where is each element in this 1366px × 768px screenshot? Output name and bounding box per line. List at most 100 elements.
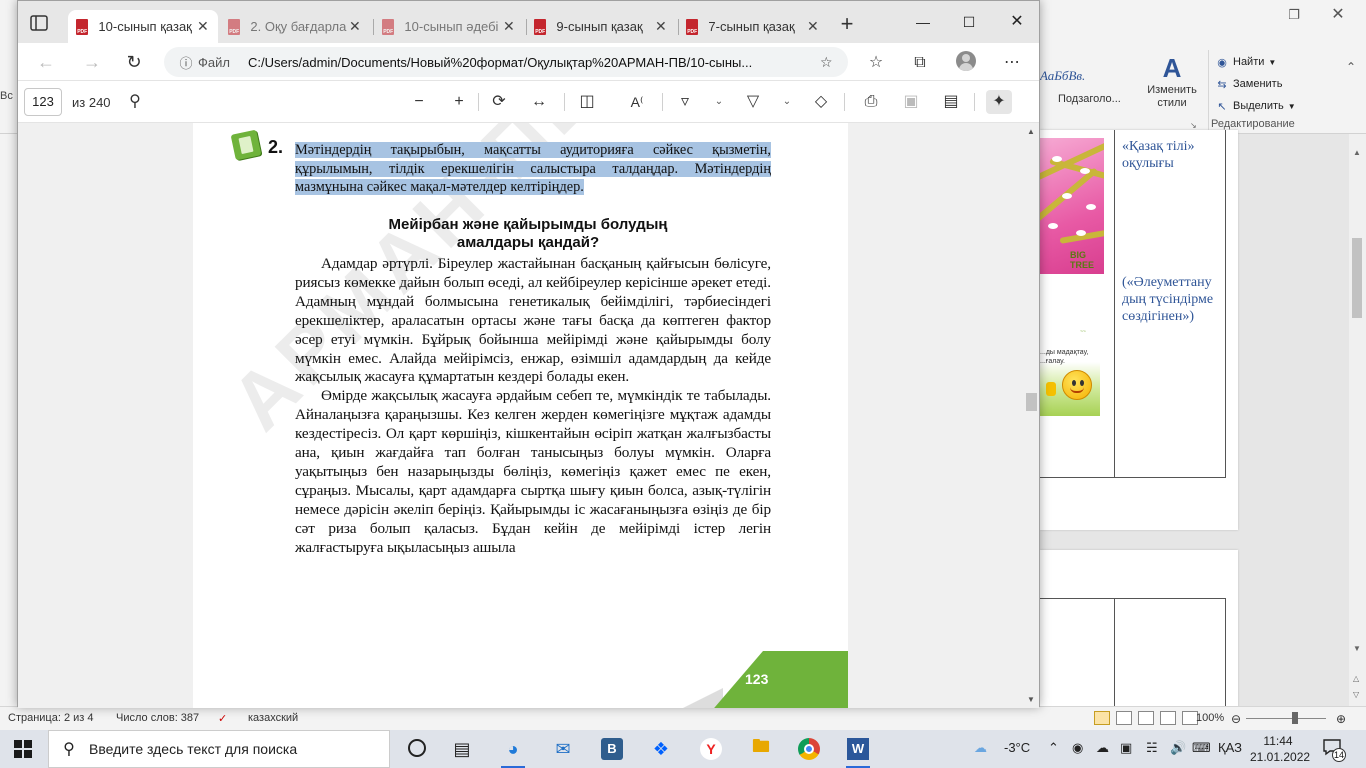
zoom-in-icon[interactable]: ⊕: [1336, 712, 1346, 726]
zoom-in-icon[interactable]: +: [446, 90, 472, 114]
maximize-button[interactable]: ☐: [946, 11, 992, 33]
word-taskbar-icon[interactable]: W: [842, 734, 874, 768]
zoom-slider[interactable]: [1246, 718, 1326, 719]
tab-10-literature[interactable]: PDF 10-сынып әдебі ✕: [374, 10, 524, 43]
find-button[interactable]: ◉ Найти ▼: [1215, 52, 1276, 72]
temperature[interactable]: -3°C: [1004, 740, 1030, 755]
pdf-page[interactable]: АРМАН-ПВ 2. Мәтіндердің тақырыбын, мақса…: [193, 123, 848, 708]
close-tab-icon[interactable]: ✕: [806, 18, 820, 35]
fit-page-icon[interactable]: ↔: [526, 90, 552, 114]
outline-view-button[interactable]: [1160, 711, 1176, 725]
task-text-highlighted[interactable]: Мәтіндердің тақырыбын, мақсатты аудитори…: [295, 142, 771, 195]
url-text[interactable]: C:/Users/admin/Documents/Новый%20формат/…: [248, 55, 808, 70]
profile-avatar[interactable]: [956, 51, 976, 71]
word-vertical-scrollbar[interactable]: ▲ ▼ △ ▽: [1349, 134, 1366, 706]
task-text[interactable]: Мәтіндердің тақырыбын, мақсатты аудитори…: [295, 141, 771, 197]
scroll-down-icon[interactable]: ▼: [1027, 695, 1035, 704]
back-button[interactable]: ←: [34, 51, 58, 73]
tab-study-program[interactable]: PDF 2. Оқу бағдарла ✕: [220, 10, 370, 43]
next-page-icon[interactable]: ▽: [1353, 690, 1359, 699]
add-favorite-icon[interactable]: ☆: [820, 54, 833, 71]
word-count[interactable]: Число слов: 387: [116, 712, 199, 724]
erase-icon[interactable]: ◇: [808, 90, 834, 114]
word-table[interactable]: [1040, 598, 1226, 719]
scroll-up-icon[interactable]: ▲: [1353, 148, 1361, 157]
word-page[interactable]: [1040, 550, 1238, 719]
more-options-icon[interactable]: ⋯: [998, 51, 1026, 75]
language-indicator[interactable]: казахский: [248, 712, 298, 724]
article-body[interactable]: Адамдар әртүрлі. Біреулер жастайынан бас…: [295, 255, 771, 558]
page-count[interactable]: Страница: 2 из 4: [8, 712, 94, 724]
task-view-icon[interactable]: ▤: [446, 734, 478, 764]
forward-button[interactable]: →: [80, 51, 104, 73]
tree-image[interactable]: BIG TREE: [1040, 138, 1104, 274]
cloud-icon[interactable]: ☁: [1096, 740, 1109, 756]
close-window-button[interactable]: ✕: [994, 11, 1040, 33]
word-table[interactable]: BIG TREE ~~ ...ды мадақтау, ...ғалау. «Қ…: [1040, 130, 1226, 478]
show-hidden-icons-icon[interactable]: ⌃: [1048, 740, 1059, 756]
word-page[interactable]: BIG TREE ~~ ...ды мадақтау, ...ғалау. «Қ…: [1040, 130, 1238, 530]
scroll-thumb[interactable]: [1352, 238, 1362, 318]
tab-7-kazakh[interactable]: PDF 7-сынып қазақ ✕: [678, 10, 828, 43]
info-icon[interactable]: ⓘ: [174, 53, 198, 72]
speaker-icon[interactable]: 🔊: [1170, 740, 1186, 756]
mail-icon[interactable]: ✉: [547, 734, 579, 764]
change-styles-button[interactable]: A Изменить стили: [1140, 52, 1204, 122]
save-as-icon[interactable]: ▤: [938, 90, 964, 114]
notification-center-button[interactable]: 14: [1322, 738, 1346, 762]
close-tab-icon[interactable]: ✕: [502, 18, 516, 35]
zoom-out-icon[interactable]: −: [406, 90, 432, 114]
edge-taskbar-icon[interactable]: ◕: [497, 734, 529, 768]
favorites-icon[interactable]: ☆: [862, 51, 890, 75]
keyboard-icon[interactable]: ⌨: [1192, 740, 1211, 756]
pdf-viewer[interactable]: АРМАН-ПВ 2. Мәтіндердің тақырыбын, мақса…: [18, 123, 1039, 708]
scroll-down-icon[interactable]: ▼: [1353, 644, 1361, 653]
print-layout-view-button[interactable]: [1094, 711, 1110, 725]
prev-page-icon[interactable]: △: [1353, 674, 1359, 683]
fullscreen-view-button[interactable]: [1116, 711, 1132, 725]
chevron-down-icon[interactable]: ⌄: [780, 90, 794, 114]
scroll-thumb[interactable]: [1026, 393, 1037, 411]
chevron-down-icon[interactable]: ⌄: [712, 90, 726, 114]
pin-toolbar-icon[interactable]: ✦: [986, 90, 1012, 114]
smiley-image[interactable]: ~~ ...ды мадақтау, ...ғалау.: [1040, 326, 1100, 416]
tab-10-kazakh[interactable]: PDF 10-сынып қазақ ✕: [68, 10, 218, 43]
cortana-icon[interactable]: [408, 739, 426, 757]
refresh-button[interactable]: ↻: [122, 51, 146, 73]
taskbar-search[interactable]: ⚲ Введите здесь текст для поиска: [48, 730, 390, 768]
print-icon[interactable]: ⎙: [858, 90, 884, 114]
zoom-level[interactable]: 100%: [1196, 712, 1224, 724]
minimize-button[interactable]: —: [900, 11, 946, 33]
word-close-button[interactable]: ✕: [1318, 4, 1358, 26]
tab-actions-icon[interactable]: [28, 13, 50, 33]
search-icon[interactable]: ⚲: [122, 90, 148, 114]
people-icon[interactable]: ◉: [1072, 740, 1083, 756]
start-button[interactable]: [14, 740, 32, 758]
collections-icon[interactable]: ⧉: [906, 51, 934, 75]
page-number-input[interactable]: 123: [24, 88, 62, 116]
word-restore-button[interactable]: ❐: [1274, 4, 1314, 26]
draw-icon[interactable]: ▿: [672, 90, 698, 114]
web-view-button[interactable]: [1138, 711, 1154, 725]
close-tab-icon[interactable]: ✕: [654, 18, 668, 35]
new-tab-button[interactable]: +: [834, 13, 860, 37]
url-box[interactable]: ⓘ Файл C:/Users/admin/Documents/Новый%20…: [164, 47, 848, 77]
clock[interactable]: 11:44 21.01.2022: [1250, 733, 1310, 765]
proofing-icon[interactable]: ✓: [218, 712, 227, 725]
select-button[interactable]: ↖ Выделить ▼: [1215, 96, 1295, 116]
close-tab-icon[interactable]: ✕: [348, 18, 362, 35]
close-tab-icon[interactable]: ✕: [196, 18, 210, 35]
read-aloud-icon[interactable]: A⁽: [624, 90, 650, 114]
input-language[interactable]: ҚАЗ: [1218, 740, 1242, 755]
rotate-icon[interactable]: ⟳: [486, 90, 512, 114]
chrome-icon[interactable]: [793, 734, 825, 764]
file-explorer-icon[interactable]: 🖿: [745, 734, 777, 764]
page-view-icon[interactable]: ◫: [574, 90, 600, 114]
zoom-slider-thumb[interactable]: [1292, 712, 1298, 724]
styles-gallery[interactable]: АаБбВв. Подзаголо...: [1040, 50, 1135, 130]
replace-button[interactable]: ⇆ Заменить: [1215, 74, 1282, 94]
pdf-vertical-scrollbar[interactable]: ▲ ▼: [1024, 123, 1039, 708]
display-icon[interactable]: ▣: [1120, 740, 1132, 756]
bitrix-icon[interactable]: B: [596, 734, 628, 764]
scroll-up-icon[interactable]: ▲: [1027, 127, 1035, 136]
